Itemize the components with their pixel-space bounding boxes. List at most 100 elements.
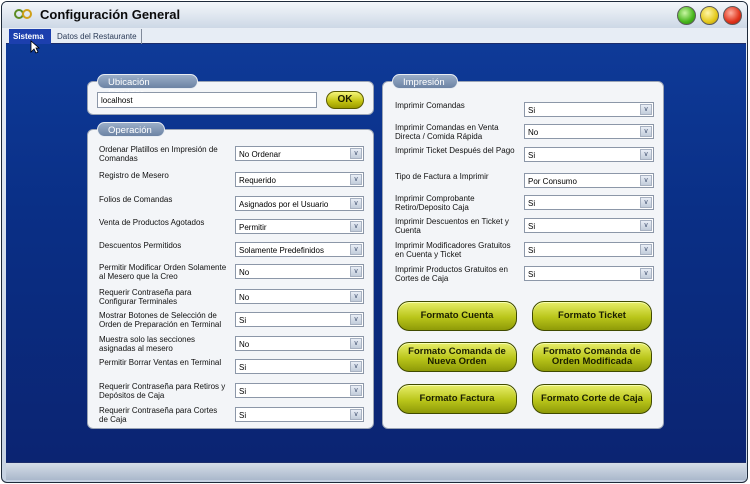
- server-input[interactable]: localhost: [97, 92, 317, 108]
- impresion-row-label: Imprimir Comandas: [395, 101, 465, 110]
- select-value: Si: [528, 199, 536, 208]
- impresion-row-label: Imprimir Comprobante Retiro/Deposito Caj…: [395, 194, 475, 212]
- app-window: Configuración General Sistema Datos del …: [1, 1, 748, 483]
- operacion-row-label: Requerir Contraseña para Cortes de Caja: [99, 406, 218, 424]
- select-value: No: [239, 340, 250, 349]
- impresion-row-label: Imprimir Productos Gratuitos en Cortes d…: [395, 265, 508, 283]
- select-value: Si: [239, 411, 247, 420]
- chevron-down-icon[interactable]: ∨: [640, 244, 652, 255]
- operacion-row-select[interactable]: Solamente Predefinidos ∨: [235, 242, 364, 257]
- select-value: Por Consumo: [528, 177, 577, 186]
- formato-cuenta-button[interactable]: Formato Cuenta: [397, 301, 517, 331]
- formato-factura-button[interactable]: Formato Factura: [397, 384, 517, 414]
- select-value: Requerido: [239, 176, 276, 185]
- close-button[interactable]: [723, 6, 742, 25]
- formato-comanda-modificada-button[interactable]: Formato Comanda de Orden Modificada: [532, 342, 652, 372]
- impresion-title: Impresión: [392, 74, 458, 89]
- status-bar: [6, 462, 746, 480]
- chevron-down-icon[interactable]: ∨: [350, 385, 362, 396]
- formato-comanda-nueva-button[interactable]: Formato Comanda de Nueva Orden: [397, 342, 517, 372]
- app-logo-icon: [14, 9, 32, 19]
- impresion-row-select[interactable]: Si ∨: [524, 102, 654, 117]
- chevron-down-icon[interactable]: ∨: [350, 291, 362, 302]
- impresion-row-select[interactable]: Si ∨: [524, 147, 654, 162]
- operacion-row-select[interactable]: No ∨: [235, 289, 364, 304]
- impresion-row-label: Imprimir Modificadores Gratuitos en Cuen…: [395, 241, 511, 259]
- operacion-row-label: Folios de Comandas: [99, 195, 173, 204]
- operacion-row-label: Muestra solo las secciones asignadas al …: [99, 335, 196, 353]
- operacion-row-label: Ordenar Platillos en Impresión de Comand…: [99, 145, 218, 163]
- operacion-row-label: Descuentos Permitidos: [99, 241, 182, 250]
- operacion-row-label: Requerir Contraseña para Retiros y Depós…: [99, 382, 226, 400]
- impresion-row-select[interactable]: Por Consumo ∨: [524, 173, 654, 188]
- impresion-row-select[interactable]: Si ∨: [524, 218, 654, 233]
- select-value: Si: [528, 106, 536, 115]
- chevron-down-icon[interactable]: ∨: [350, 361, 362, 372]
- operacion-row-select[interactable]: Asignados por el Usuario ∨: [235, 196, 364, 211]
- select-value: Si: [239, 387, 247, 396]
- select-value: Si: [528, 270, 536, 279]
- select-value: No Ordenar: [239, 150, 281, 159]
- operacion-row-select[interactable]: No ∨: [235, 264, 364, 279]
- select-value: Si: [528, 246, 536, 255]
- formato-corte-caja-button[interactable]: Formato Corte de Caja: [532, 384, 652, 414]
- formato-ticket-button[interactable]: Formato Ticket: [532, 301, 652, 331]
- operacion-row-label: Permitir Borrar Ventas en Terminal: [99, 358, 222, 367]
- impresion-row-label: Imprimir Comandas en Venta Directa / Com…: [395, 123, 499, 141]
- main-content: Ubicación Servidor localhost OK Operació…: [6, 44, 746, 462]
- select-value: No: [239, 293, 250, 302]
- chevron-down-icon[interactable]: ∨: [640, 175, 652, 186]
- chevron-down-icon[interactable]: ∨: [350, 266, 362, 277]
- chevron-down-icon[interactable]: ∨: [350, 221, 362, 232]
- chevron-down-icon[interactable]: ∨: [350, 338, 362, 349]
- select-value: Permitir: [239, 223, 267, 232]
- operacion-title: Operación: [97, 122, 165, 137]
- chevron-down-icon[interactable]: ∨: [640, 126, 652, 137]
- select-value: No: [239, 268, 250, 277]
- chevron-down-icon[interactable]: ∨: [350, 198, 362, 209]
- select-value: Asignados por el Usuario: [239, 200, 329, 209]
- impresion-row-select[interactable]: Si ∨: [524, 266, 654, 281]
- minimize-button[interactable]: [677, 6, 696, 25]
- operacion-row-select[interactable]: No ∨: [235, 336, 364, 351]
- impresion-row-label: Imprimir Descuentos en Ticket y Cuenta: [395, 217, 509, 235]
- chevron-down-icon[interactable]: ∨: [350, 409, 362, 420]
- chevron-down-icon[interactable]: ∨: [350, 174, 362, 185]
- operacion-row-label: Registro de Mesero: [99, 171, 169, 180]
- impresion-row-select[interactable]: Si ∨: [524, 242, 654, 257]
- operacion-row-select[interactable]: Si ∨: [235, 312, 364, 327]
- chevron-down-icon[interactable]: ∨: [350, 314, 362, 325]
- operacion-row-select[interactable]: Si ∨: [235, 407, 364, 422]
- maximize-button[interactable]: [700, 6, 719, 25]
- select-value: Si: [528, 151, 536, 160]
- operacion-row-label: Mostrar Botones de Selección de Orden de…: [99, 311, 222, 329]
- ok-button[interactable]: OK: [326, 91, 364, 109]
- operacion-row-select[interactable]: Requerido ∨: [235, 172, 364, 187]
- operacion-row-label: Requerir Contraseña para Configurar Term…: [99, 288, 192, 306]
- operacion-row-label: Permitir Modificar Orden Solamente al Me…: [99, 263, 227, 281]
- impresion-row-select[interactable]: No ∨: [524, 124, 654, 139]
- impresion-row-select[interactable]: Si ∨: [524, 195, 654, 210]
- ubicacion-servidor-title: Ubicación Servidor: [97, 74, 198, 99]
- tab-bar: Sistema Datos del Restaurante: [6, 29, 746, 44]
- operacion-row-select[interactable]: No Ordenar ∨: [235, 146, 364, 161]
- select-value: Si: [239, 316, 247, 325]
- operacion-row-select[interactable]: Si ∨: [235, 359, 364, 374]
- impresion-row-label: Tipo de Factura a Imprimir: [395, 172, 489, 181]
- title-bar[interactable]: Configuración General: [2, 2, 747, 28]
- chevron-down-icon[interactable]: ∨: [640, 104, 652, 115]
- operacion-row-select[interactable]: Si ∨: [235, 383, 364, 398]
- chevron-down-icon[interactable]: ∨: [350, 148, 362, 159]
- impresion-row-label: Imprimir Ticket Después del Pago: [395, 146, 515, 155]
- chevron-down-icon[interactable]: ∨: [640, 197, 652, 208]
- chevron-down-icon[interactable]: ∨: [640, 268, 652, 279]
- window-title: Configuración General: [40, 7, 181, 22]
- select-value: Solamente Predefinidos: [239, 246, 324, 255]
- chevron-down-icon[interactable]: ∨: [350, 244, 362, 255]
- tab-datos-restaurante[interactable]: Datos del Restaurante: [53, 29, 142, 44]
- select-value: No: [528, 128, 539, 137]
- chevron-down-icon[interactable]: ∨: [640, 149, 652, 160]
- select-value: Si: [239, 363, 247, 372]
- chevron-down-icon[interactable]: ∨: [640, 220, 652, 231]
- operacion-row-select[interactable]: Permitir ∨: [235, 219, 364, 234]
